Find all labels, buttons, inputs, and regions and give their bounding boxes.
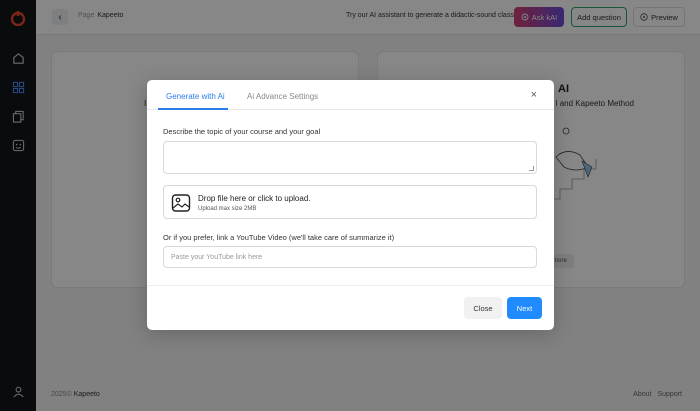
modal-footer-divider: [147, 285, 554, 286]
close-icon[interactable]: ×: [531, 90, 537, 101]
tab-ai-advance-settings[interactable]: Ai Advance Settings: [247, 92, 318, 101]
modal-tabs: Generate with Ai Ai Advance Settings ×: [147, 80, 554, 110]
active-tab-indicator: [158, 108, 228, 110]
close-button[interactable]: Close: [464, 297, 502, 319]
file-upload-dropzone[interactable]: Drop file here or click to upload. Uploa…: [163, 185, 537, 219]
generate-ai-modal: Generate with Ai Ai Advance Settings × D…: [147, 80, 554, 330]
next-button[interactable]: Next: [507, 297, 542, 319]
youtube-label: Or if you prefer, link a YouTube Video (…: [163, 233, 395, 242]
tab-generate-with-ai[interactable]: Generate with Ai: [166, 92, 225, 101]
image-upload-icon: [171, 194, 191, 212]
topic-textarea[interactable]: [163, 141, 537, 174]
youtube-link-input[interactable]: Paste your YouTube link here: [163, 246, 537, 268]
resize-handle-icon[interactable]: [529, 166, 534, 171]
topic-label: Describe the topic of your course and yo…: [163, 127, 321, 136]
upload-subtitle: Upload max size 2MB: [198, 206, 257, 212]
upload-title: Drop file here or click to upload.: [198, 194, 311, 203]
